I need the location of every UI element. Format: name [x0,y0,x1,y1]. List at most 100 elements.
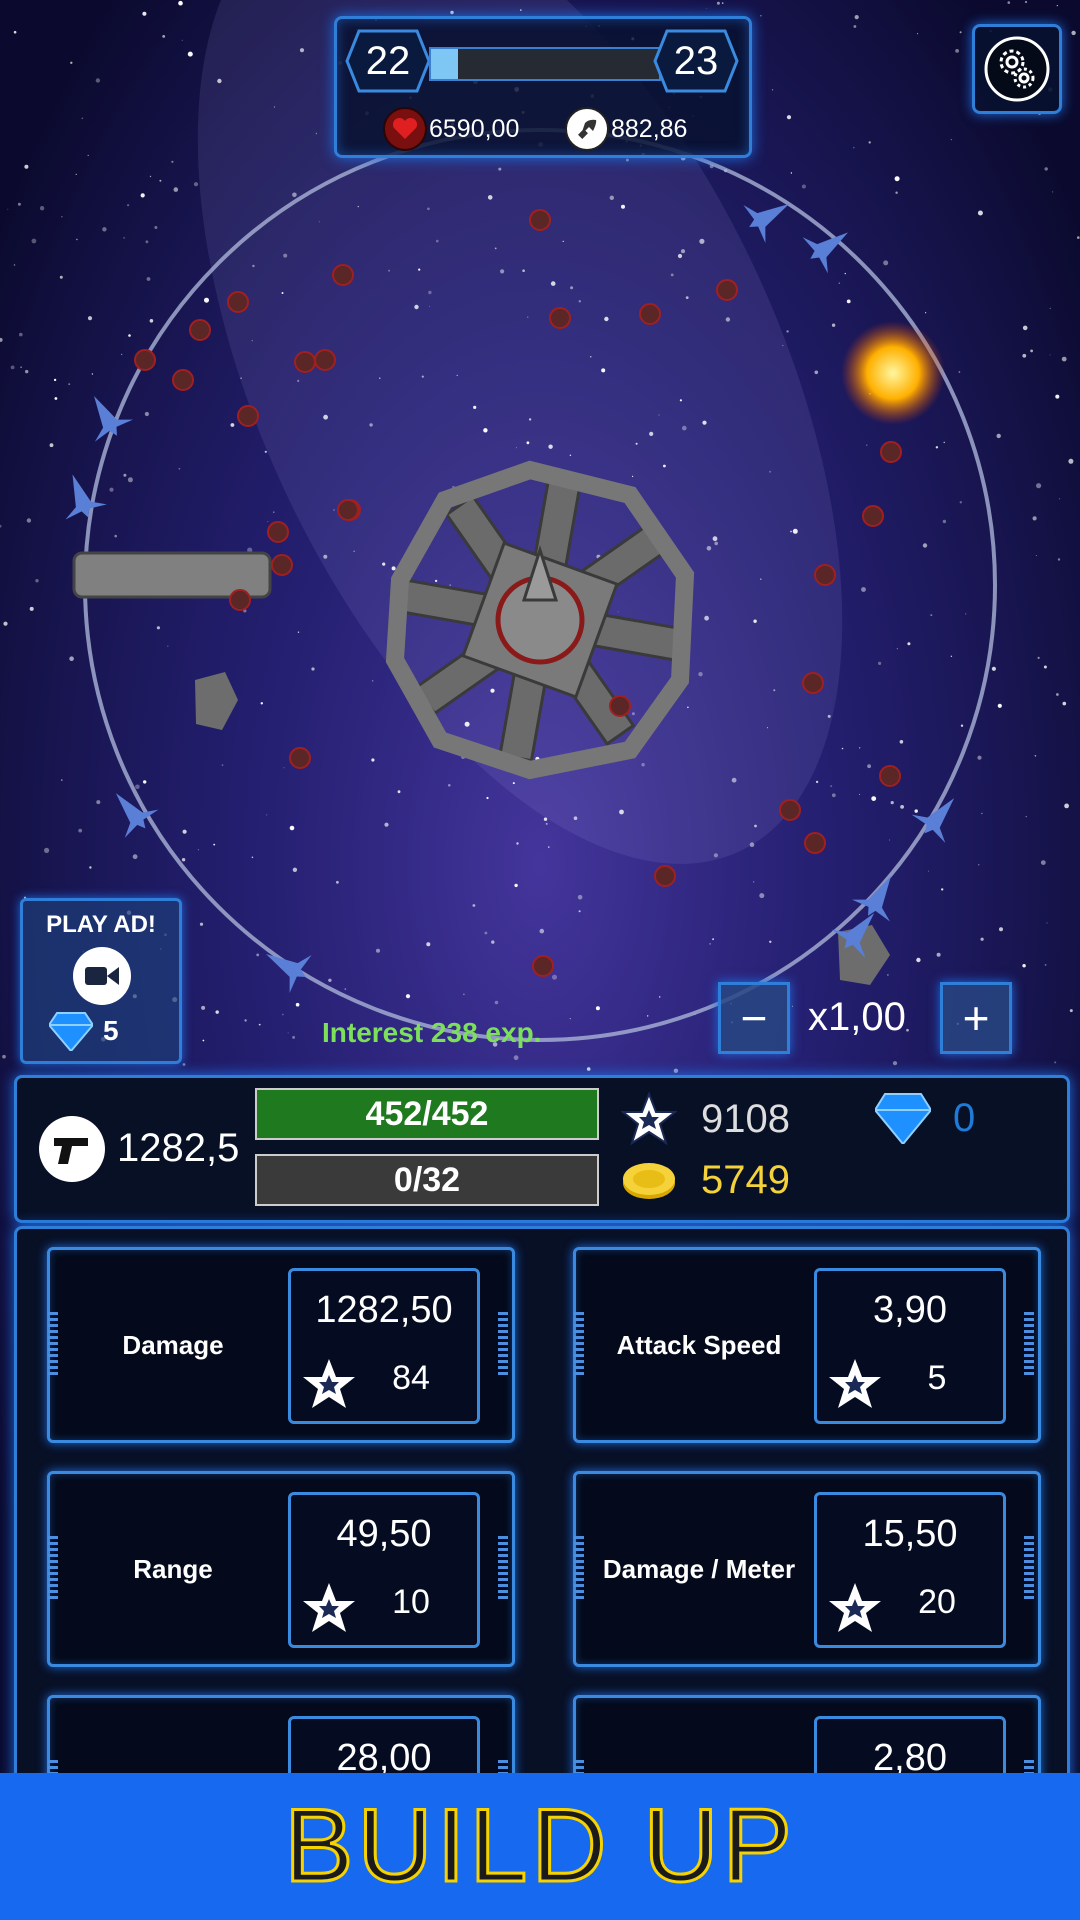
star-dot [29,606,34,611]
star-dot [69,656,74,661]
health-stat: 6590,00 [383,107,519,151]
mine-icon [134,349,156,371]
star-dot [96,800,101,805]
upgrade-buy-button[interactable]: 49,50 10 [288,1492,480,1648]
star-dot [977,210,983,216]
upgrade-buy-button[interactable]: 3,90 5 [814,1268,1006,1424]
star-dot [266,814,268,816]
star-dot [830,785,833,788]
star-dot [75,173,77,175]
star-dot [369,423,373,427]
star-dot [283,253,288,258]
star-dot [917,33,919,35]
star-dot [283,767,285,769]
health-value: 6590,00 [429,114,520,143]
gems-counter: 0 [875,1092,975,1144]
star-dot [769,940,772,943]
star-dot [273,106,275,108]
star-dot [281,292,284,294]
star-dot [562,240,564,242]
star-dot [287,1032,289,1034]
star-dot [427,207,430,211]
play-ad-button[interactable]: PLAY AD! 5 [20,898,182,1064]
star-dot [769,470,772,473]
star-dot [426,942,431,947]
star-dot [997,703,1002,708]
ad-reward: 5 [49,1011,119,1051]
star-dot [625,158,629,162]
upgrade-buy-button[interactable]: 15,50 20 [814,1492,1006,1648]
star-dot [927,870,930,872]
star-dot [889,839,890,841]
star-dot [121,353,123,355]
upgrade-card-damage[interactable]: Damage 1282,50 84 [47,1247,515,1443]
star-dot [371,758,375,762]
star-dot [498,167,502,171]
star-dot [500,269,505,274]
speed-decrease-button[interactable]: − [718,982,790,1054]
star-dot [658,996,661,998]
upgrade-card-attack-speed[interactable]: Attack Speed 3,90 5 [573,1247,1041,1443]
star-dot [801,184,806,189]
star-dot [838,282,840,284]
star-dot [13,30,17,34]
star-dot [405,994,411,999]
mine-icon [549,307,571,329]
speed-increase-button[interactable]: + [940,982,1012,1054]
mine-icon [529,209,551,231]
coins-counter: 5749 [621,1158,790,1203]
star-dot [197,849,199,851]
star-dot [81,117,84,120]
star-dot [87,316,93,321]
star-dot [677,253,683,259]
star-dot [604,316,609,322]
star-dot [53,378,57,382]
star-dot [289,825,295,831]
star-dot [464,721,470,727]
star-dot [892,1061,898,1066]
upgrade-buy-button[interactable]: 1282,50 84 [288,1268,480,1424]
build-up-button[interactable]: BUILD UP [0,1773,1080,1920]
star-dot [942,519,947,524]
star-dot [1077,236,1080,239]
star-dot [128,334,131,337]
star-dot [487,195,493,200]
star-dot [706,7,708,9]
star-dot [123,237,125,239]
health-bar: 452/452 [255,1088,599,1140]
star-dot [1007,1,1011,4]
star-dot [773,689,776,692]
star-dot [456,374,458,377]
star-dot [145,240,149,244]
star-dot [39,206,45,211]
star-dot [548,846,550,848]
star-dot [685,296,689,299]
star-dot [601,368,606,373]
star-dot [878,661,882,666]
star-dot [515,447,517,449]
mine-icon [654,865,676,887]
upgrade-card-damage-per-meter[interactable]: Damage / Meter 15,50 20 [573,1471,1041,1667]
star-dot [578,300,581,303]
current-level: 22 [365,38,411,83]
star-dot [61,216,63,218]
star-dot [178,0,183,6]
star-dot [552,974,557,980]
star-dot [450,10,454,15]
star-dot [1044,964,1047,966]
star-dot [240,377,242,380]
upgrade-value: 49,50 [336,1513,432,1555]
star-dot [1064,803,1069,809]
heart-icon [383,107,427,151]
star-dot [609,195,614,200]
star-dot [344,988,347,990]
settings-button[interactable] [972,24,1062,114]
star-dot [252,264,255,268]
ammo-value: 882,86 [611,114,688,143]
upgrade-card-range[interactable]: Range 49,50 10 [47,1471,515,1667]
star-dot [545,822,548,825]
star-dot [315,132,318,135]
bullet-icon [565,107,609,151]
star-dot [815,780,819,784]
star-dot [702,420,707,425]
